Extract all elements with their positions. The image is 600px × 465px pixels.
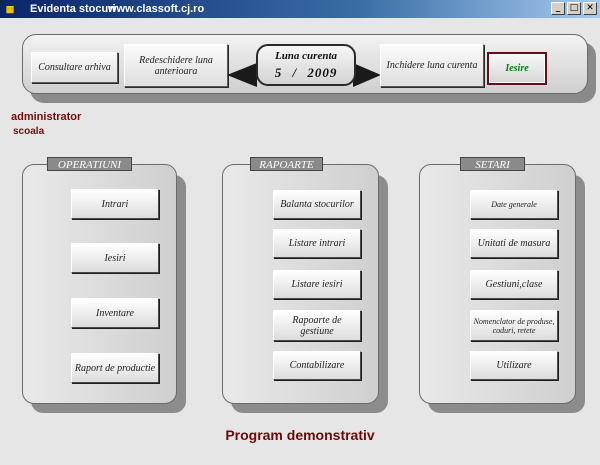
gestiuni-clase-button[interactable]: Gestiuni,clase bbox=[470, 270, 558, 299]
iesiri-button[interactable]: Iesiri bbox=[71, 243, 159, 273]
current-month-label: Luna curenta bbox=[274, 50, 338, 62]
current-month-number: 5 bbox=[274, 65, 283, 80]
minimize-button[interactable]: _ bbox=[551, 2, 565, 15]
unitati-masura-button[interactable]: Unitati de masura bbox=[470, 229, 558, 258]
app-icon: ▦ bbox=[5, 4, 15, 14]
current-month-display: Luna curenta 5 / 2009 bbox=[256, 44, 356, 86]
demo-notice: Program demonstrativ bbox=[225, 427, 375, 443]
contabilizare-button[interactable]: Contabilizare bbox=[273, 351, 361, 380]
balanta-stocurilor-button[interactable]: Balanta stocurilor bbox=[273, 190, 361, 219]
operatiuni-title: OPERATIUNI bbox=[47, 157, 132, 171]
user-group: scoala bbox=[13, 126, 45, 137]
user-name: administrator bbox=[11, 111, 82, 123]
date-generale-button[interactable]: Date generale bbox=[470, 190, 558, 219]
rapoarte-gestiune-button[interactable]: Rapoarte de gestiune bbox=[273, 310, 361, 341]
close-month-button[interactable]: Inchidere luna curenta bbox=[380, 44, 484, 87]
window-controls: _ □ ✕ bbox=[551, 2, 597, 15]
exit-button-label: Iesire bbox=[489, 54, 545, 83]
current-month-value: 5 / 2009 bbox=[258, 65, 354, 81]
listare-iesiri-button[interactable]: Listare iesiri bbox=[273, 270, 361, 299]
maximize-button[interactable]: □ bbox=[567, 2, 581, 15]
current-month-separator: / bbox=[292, 65, 298, 80]
inventare-button[interactable]: Inventare bbox=[71, 298, 159, 328]
window-url: www.classoft.cj.ro bbox=[108, 3, 205, 15]
rapoarte-title: RAPOARTE bbox=[250, 157, 323, 171]
intrari-button[interactable]: Intrari bbox=[71, 189, 159, 219]
arrow-right-icon bbox=[353, 63, 381, 87]
archive-button[interactable]: Consultare arhiva bbox=[31, 52, 118, 83]
close-button[interactable]: ✕ bbox=[583, 2, 597, 15]
utilizare-button[interactable]: Utilizare bbox=[470, 351, 558, 380]
current-year-number: 2009 bbox=[307, 65, 338, 80]
reopen-month-button[interactable]: Redeschidere luna anterioara bbox=[124, 44, 228, 87]
window-title: Evidenta stocuri bbox=[30, 3, 116, 15]
raport-productie-button[interactable]: Raport de productie bbox=[71, 353, 159, 383]
exit-button[interactable]: Iesire bbox=[487, 52, 547, 85]
window-titlebar: ▦ Evidenta stocuri www.classoft.cj.ro _ … bbox=[0, 0, 600, 18]
listare-intrari-button[interactable]: Listare intrari bbox=[273, 229, 361, 258]
nomenclator-button[interactable]: Nomenclator de produse, coduri, retete bbox=[470, 310, 558, 341]
arrow-left-icon bbox=[227, 63, 257, 87]
setari-title: SETARI bbox=[460, 157, 525, 171]
